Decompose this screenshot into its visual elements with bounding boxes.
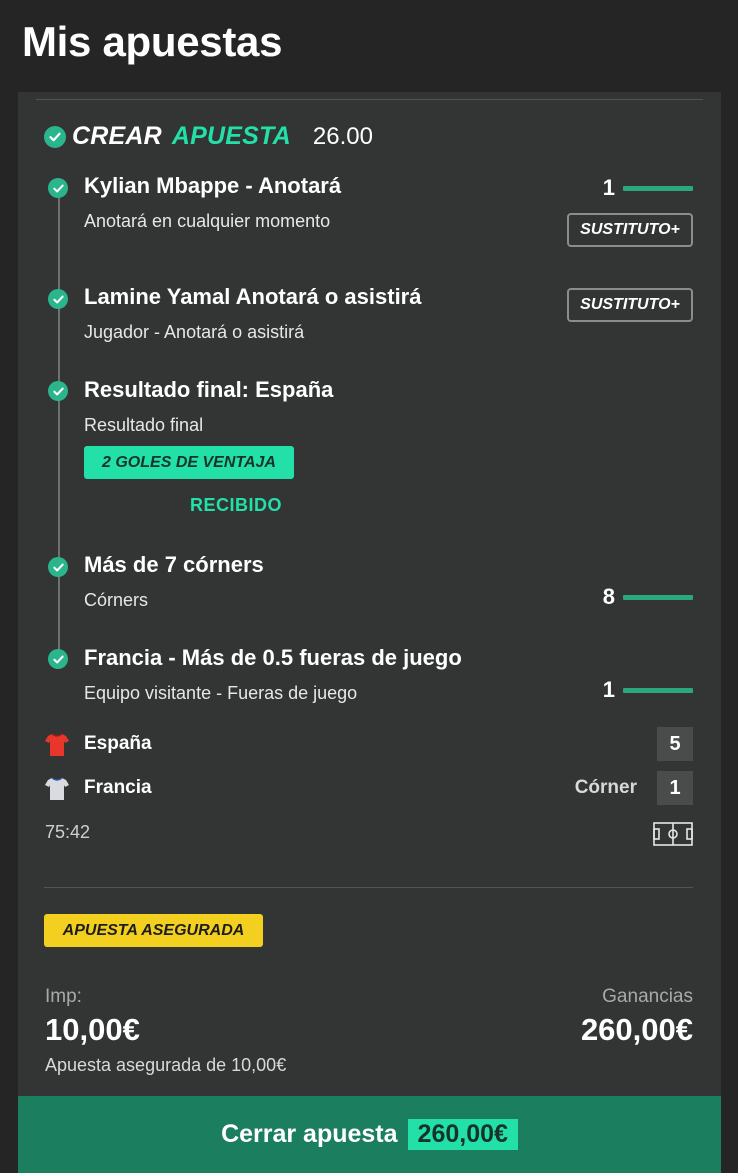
bet-odds: 26.00: [312, 122, 373, 150]
brand-apuesta: APUESTA: [171, 122, 291, 150]
selection-title: Lamine Yamal Anotará o asistirá: [84, 284, 422, 309]
check-icon: [48, 557, 68, 577]
timeline-line: [58, 188, 60, 658]
check-icon: [44, 125, 66, 148]
team-name: España: [84, 733, 152, 754]
shirt-icon: [45, 777, 69, 800]
selection-title: Resultado final: España: [84, 377, 334, 402]
cash-out-amount: 260,00€: [407, 1119, 518, 1150]
check-icon: [48, 289, 68, 309]
page-title: Mis apuestas: [22, 18, 283, 65]
selection-subtitle: Resultado final: [84, 415, 204, 435]
section-divider: [44, 887, 693, 888]
selection-subtitle: Jugador - Anotará o asistirá: [84, 322, 305, 342]
sustituto-button[interactable]: SUSTITUTO+: [567, 213, 693, 247]
sustituto-button[interactable]: SUSTITUTO+: [567, 288, 693, 322]
shirt-icon: [45, 733, 69, 756]
team-score: 1: [657, 771, 693, 805]
pitch-icon[interactable]: [653, 822, 693, 846]
winnings-value: 260,00€: [580, 1012, 693, 1047]
top-divider: [36, 99, 703, 100]
selection-subtitle: Córners: [84, 590, 149, 610]
winnings-label: Ganancias: [602, 986, 693, 1007]
check-icon: [48, 381, 68, 401]
selection-progress: 8: [595, 584, 693, 610]
progress-count: 1: [602, 677, 615, 702]
check-icon: [48, 178, 68, 198]
bet-header: CREAR APUESTA 26.00: [44, 122, 373, 151]
insured-note: Apuesta asegurada de 10,00€: [45, 1055, 287, 1075]
team-row-home: España 5: [44, 727, 693, 761]
progress-bar: [623, 687, 693, 693]
progress-bar: [623, 594, 693, 600]
stake-value: 10,00€: [45, 1012, 140, 1047]
brand-crear: CREAR: [72, 122, 162, 150]
selection-progress: 1: [595, 677, 693, 703]
team-name: Francia: [84, 777, 152, 798]
goles-ventaja-badge: 2 GOLES DE VENTAJA: [84, 446, 294, 479]
selection-title: Francia - Más de 0.5 fueras de juego: [84, 645, 462, 670]
check-icon: [48, 649, 68, 669]
match-clock: 75:42: [45, 822, 91, 842]
team-row-away: Francia Córner 1: [44, 771, 693, 805]
progress-count: 1: [602, 175, 615, 200]
progress-count: 8: [602, 584, 615, 609]
selection-subtitle: Anotará en cualquier momento: [84, 211, 331, 231]
cash-out-label: Cerrar apuesta: [221, 1120, 398, 1148]
selection-progress: 1: [595, 175, 693, 201]
insured-bet-badge: APUESTA ASEGURADA: [44, 914, 263, 947]
team-score: 5: [657, 727, 693, 761]
selection-title: Kylian Mbappe - Anotará: [84, 173, 342, 198]
selection-subtitle: Equipo visitante - Fueras de juego: [84, 683, 358, 703]
selection-title: Más de 7 córners: [84, 552, 264, 577]
stake-label: Imp:: [45, 986, 82, 1007]
cash-out-button[interactable]: Cerrar apuesta 260,00€: [18, 1096, 721, 1173]
promo-status: RECIBIDO: [189, 495, 282, 515]
progress-bar: [623, 185, 693, 191]
bet-card[interactable]: CREAR APUESTA 26.00 Kylian Mbappe - Anot…: [18, 92, 721, 1173]
corner-event-label: Córner: [574, 777, 637, 798]
